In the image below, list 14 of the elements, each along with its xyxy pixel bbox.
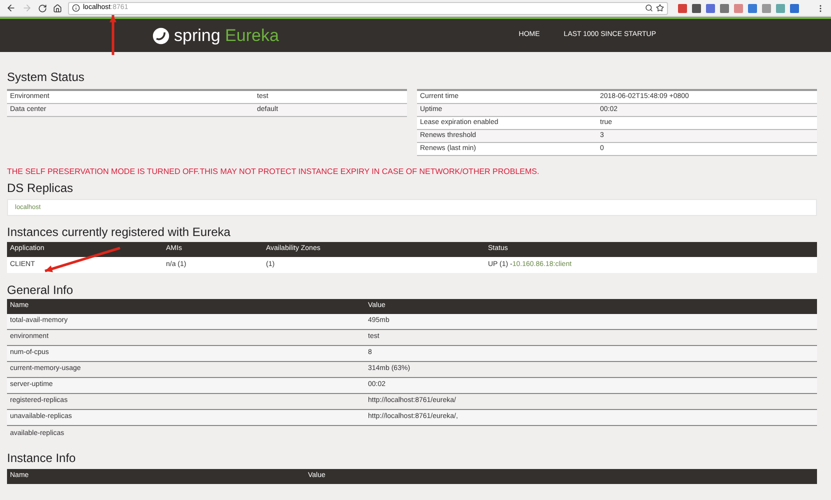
section-heading: General Info (7, 283, 74, 297)
home-icon[interactable] (53, 4, 62, 12)
warning-message: THE SELF PRESERVATION MODE IS TURNED OFF.THIS MAY NOT PROTECT INSTANCE EXPIRY IN CASE OF NETWORK/OTHER PROBLEMS. (7, 167, 540, 177)
info-icon (72, 4, 80, 12)
logo-text: spring Eureka (174, 27, 279, 44)
section-heading: System Status (7, 70, 84, 84)
section-heading: Instance Info (7, 451, 77, 465)
reload-icon[interactable] (38, 4, 47, 12)
back-icon[interactable] (6, 3, 16, 13)
section-heading: Instances currently registered with Eureka (7, 225, 232, 239)
logo-icon (152, 26, 170, 44)
search-icon[interactable] (645, 4, 653, 12)
star-icon[interactable] (656, 4, 664, 12)
section-heading: DS Replicas (7, 181, 74, 195)
